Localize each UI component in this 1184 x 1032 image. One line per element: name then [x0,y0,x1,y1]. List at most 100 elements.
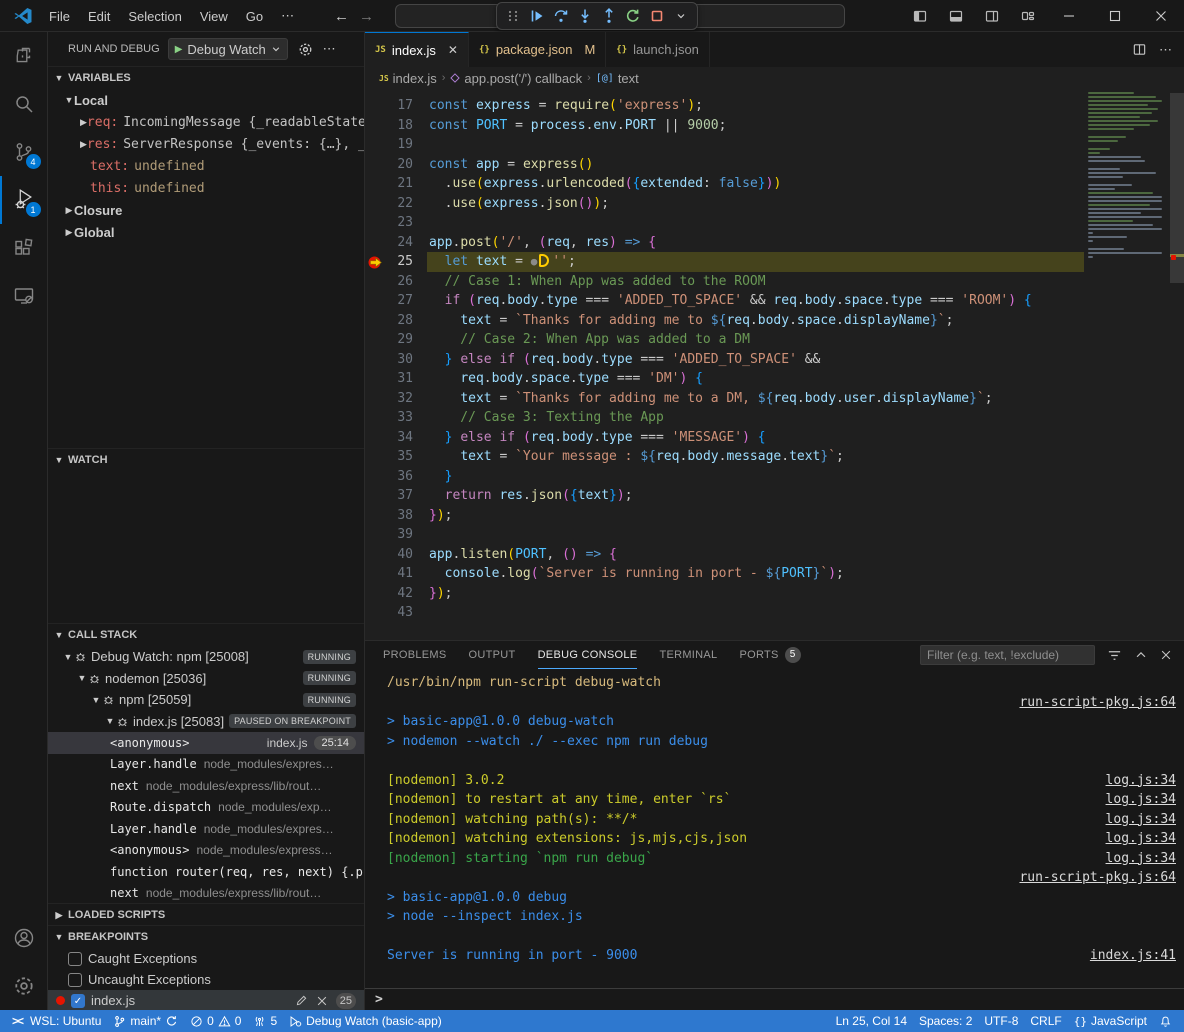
filter-icon[interactable] [1107,648,1122,663]
breakpoints-section-header[interactable]: ▼BREAKPOINTS [48,926,364,948]
breakpoint-gutter[interactable] [365,330,387,350]
code-line[interactable]: 28 text = `Thanks for adding me to ${req… [365,311,1184,331]
call-stack-section-header[interactable]: ▼CALL STACK [48,624,364,646]
breadcrumb-item[interactable]: app.post('/') callback [450,71,582,86]
close-tab-icon[interactable]: ✕ [448,43,458,57]
paused-breakpoint-icon[interactable] [365,252,387,272]
breakpoint-gutter[interactable] [365,96,387,116]
breakpoint-gutter[interactable] [365,213,387,233]
breakpoint-row[interactable]: Uncaught Exceptions [48,969,364,990]
variable-row[interactable]: ▼Local [48,89,364,111]
stop-icon[interactable] [645,4,669,28]
step-into-icon[interactable] [573,4,597,28]
code-line[interactable]: 35 text = `Your message : ${req.body.mes… [365,447,1184,467]
breakpoint-gutter[interactable] [365,272,387,292]
activity-search[interactable] [0,80,48,128]
code-line[interactable]: 18const PORT = process.env.PORT || 9000; [365,116,1184,136]
breakpoint-gutter[interactable] [365,603,387,623]
code-line[interactable]: 27 if (req.body.type === 'ADDED_TO_SPACE… [365,291,1184,311]
cursor-position[interactable]: Ln 25, Col 14 [830,1010,913,1032]
code-line[interactable]: 19 [365,135,1184,155]
stack-frame[interactable]: nextnode_modules/express/lib/rout… [48,775,364,797]
breakpoint-gutter[interactable] [365,506,387,526]
breadcrumb-item[interactable]: JSindex.js [379,71,437,86]
breakpoint-gutter[interactable] [365,564,387,584]
stop-dropdown-chevron-icon[interactable] [669,4,693,28]
code-line[interactable]: 42}); [365,584,1184,604]
editor-scrollbar[interactable] [1170,89,1184,640]
panel-tab-ports[interactable]: PORTS5 [739,641,800,669]
code-line[interactable]: 38}); [365,506,1184,526]
code-line[interactable]: 43 [365,603,1184,623]
code-line[interactable]: 25 let text = ●''; [365,252,1184,272]
breakpoint-gutter[interactable] [365,389,387,409]
indentation[interactable]: Spaces: 2 [913,1010,978,1032]
code-line[interactable]: 20const app = express() [365,155,1184,175]
menu-more[interactable]: ⋯ [272,4,303,28]
breakpoint-gutter[interactable] [365,584,387,604]
breakpoint-gutter[interactable] [365,116,387,136]
toggle-secondary-sidebar-icon[interactable] [974,0,1010,32]
toggle-sidebar-icon[interactable] [902,0,938,32]
code-line[interactable]: 41 console.log(`Server is running in por… [365,564,1184,584]
code-line[interactable]: 40app.listen(PORT, () => { [365,545,1184,565]
code-line[interactable]: 32 text = `Thanks for adding me to a DM,… [365,389,1184,409]
breakpoint-gutter[interactable] [365,135,387,155]
breakpoint-row[interactable]: Caught Exceptions [48,948,364,969]
stack-session[interactable]: ▼index.js [25083]PAUSED ON BREAKPOINT [48,711,364,733]
activity-accounts[interactable] [0,914,48,962]
remove-breakpoint-icon[interactable] [316,995,328,1007]
console-filter-input[interactable] [920,645,1095,665]
launch-config-dropdown[interactable]: ▶ Debug Watch [168,38,288,60]
menu-go[interactable]: Go [237,5,272,28]
close-window-icon[interactable] [1138,0,1184,32]
minimap[interactable] [1088,92,1166,264]
forward-arrow-icon[interactable]: → [359,8,374,25]
step-over-icon[interactable] [549,4,573,28]
code-line[interactable]: 39 [365,525,1184,545]
stack-frame[interactable]: Route.dispatchnode_modules/exp… [48,797,364,819]
activity-remote-explorer[interactable] [0,272,48,320]
breakpoint-gutter[interactable] [365,291,387,311]
tab-launch.json[interactable]: {}launch.json [606,32,710,67]
stack-session[interactable]: ▼npm [25059]RUNNING [48,689,364,711]
code-editor[interactable]: 17const express = require('express');18c… [365,89,1184,640]
code-line[interactable]: 24app.post('/', (req, res) => { [365,233,1184,253]
variable-row[interactable]: ▶Global [48,221,364,243]
breakpoint-gutter[interactable] [365,408,387,428]
encoding[interactable]: UTF-8 [978,1010,1024,1032]
code-line[interactable]: 21 .use(express.urlencoded({extended: fa… [365,174,1184,194]
continue-icon[interactable] [525,4,549,28]
activity-source-control[interactable]: 4 [0,128,48,176]
debug-status[interactable]: Debug Watch (basic-app) [283,1010,448,1032]
menu-file[interactable]: File [40,5,79,28]
maximize-panel-icon[interactable] [1134,648,1148,662]
code-line[interactable]: 31 req.body.space.type === 'DM') { [365,369,1184,389]
editor-more-actions-icon[interactable]: ⋯ [1159,42,1172,58]
activity-explorer[interactable] [0,32,48,80]
panel-tab-terminal[interactable]: TERMINAL [659,641,717,669]
breakpoint-checkbox[interactable] [68,973,82,987]
code-line[interactable]: 17const express = require('express'); [365,96,1184,116]
variables-section-header[interactable]: ▼VARIABLES [48,67,364,89]
tab-index.js[interactable]: JSindex.js✕ [365,32,469,67]
source-link[interactable]: log.js:34 [1106,831,1176,846]
variable-row[interactable]: text:undefined [48,155,364,177]
maximize-icon[interactable] [1092,0,1138,32]
source-link[interactable]: run-script-pkg.js:64 [1019,870,1176,885]
panel-tab-problems[interactable]: PROBLEMS [383,641,447,669]
back-arrow-icon[interactable]: ← [334,8,349,25]
breadcrumb-item[interactable]: [@]text [596,71,639,86]
code-line[interactable]: 37 return res.json({text}); [365,486,1184,506]
loaded-scripts-section-header[interactable]: ▶LOADED SCRIPTS [48,904,364,925]
source-link[interactable]: log.js:34 [1106,792,1176,807]
eol[interactable]: CRLF [1024,1010,1067,1032]
views-more-actions-icon[interactable]: ⋯ [323,41,336,57]
activity-extensions[interactable] [0,224,48,272]
toolbar-drag-handle[interactable] [501,4,525,28]
stack-session[interactable]: ▼Debug Watch: npm [25008]RUNNING [48,646,364,668]
breakpoint-gutter[interactable] [365,174,387,194]
code-lines[interactable]: 17const express = require('express');18c… [365,96,1184,623]
stack-session[interactable]: ▼nodemon [25036]RUNNING [48,668,364,690]
step-out-icon[interactable] [597,4,621,28]
